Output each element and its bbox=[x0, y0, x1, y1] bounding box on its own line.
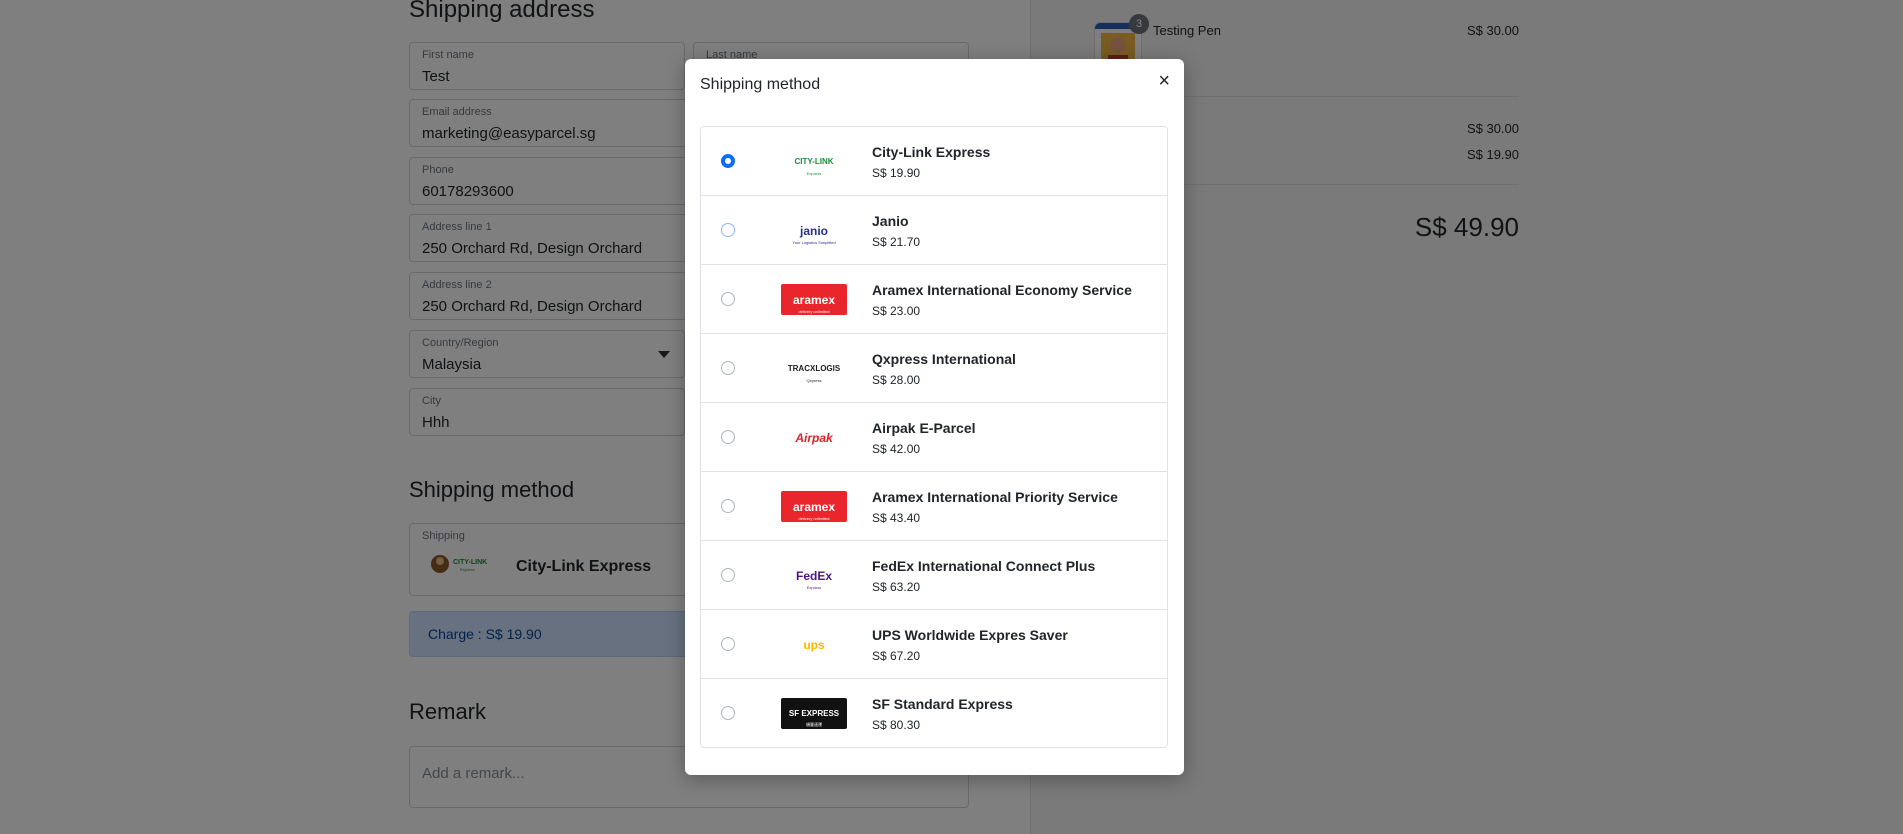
shipping-option[interactable]: janio Your Logistics Simplified Janio S$ 21… bbox=[701, 196, 1167, 265]
courier-logo: FedEx Express bbox=[781, 560, 847, 591]
shipping-option-radio[interactable] bbox=[721, 568, 735, 582]
courier-logo-text: FedEx bbox=[795, 568, 832, 583]
courier-logo-subtext: Qxpress bbox=[806, 378, 822, 383]
courier-logo-text: SF EXPRESS bbox=[788, 709, 840, 718]
shipping-option-price: S$ 28.00 bbox=[872, 373, 921, 387]
shipping-option[interactable]: Airpak Airpak E-Parcel S$ 42.00 bbox=[701, 403, 1167, 472]
shipping-option-name: Janio bbox=[872, 213, 909, 229]
shipping-option-radio[interactable] bbox=[721, 430, 735, 444]
courier-logo-text: TRACXLOGIS bbox=[787, 364, 841, 373]
shipping-option[interactable]: FedEx Express FedEx International Connect … bbox=[701, 541, 1167, 610]
shipping-option-radio[interactable] bbox=[721, 223, 735, 237]
shipping-option-name: FedEx International Connect Plus bbox=[872, 558, 1096, 574]
courier-logo: ups bbox=[781, 629, 847, 660]
courier-logo-text: ups bbox=[803, 637, 825, 652]
shipping-option-price: S$ 63.20 bbox=[872, 580, 921, 594]
shipping-option-price: S$ 23.00 bbox=[872, 304, 921, 318]
shipping-option-radio[interactable] bbox=[721, 361, 735, 375]
shipping-option[interactable]: TRACXLOGIS Qxpress Qxpress International S$… bbox=[701, 334, 1167, 403]
shipping-option-price: S$ 67.20 bbox=[872, 649, 921, 663]
shipping-option-price: S$ 80.30 bbox=[872, 718, 921, 732]
shipping-option[interactable]: CITY-LINK Express City-Link Express S$ 19.9… bbox=[701, 127, 1167, 196]
courier-logo: janio Your Logistics Simplified bbox=[781, 215, 847, 246]
modal-title: Shipping method bbox=[700, 76, 821, 93]
shipping-option-radio[interactable] bbox=[721, 499, 735, 513]
shipping-option-price: S$ 19.90 bbox=[872, 166, 921, 180]
courier-logo-text: aramex bbox=[792, 292, 836, 307]
shipping-option-name: UPS Worldwide Expres Saver bbox=[872, 627, 1068, 643]
shipping-option-price: S$ 21.70 bbox=[872, 235, 921, 249]
shipping-option-name: Airpak E-Parcel bbox=[872, 420, 976, 436]
shipping-option-name: City-Link Express bbox=[872, 144, 991, 160]
courier-logo: TRACXLOGIS Qxpress bbox=[781, 353, 847, 384]
shipping-option-price: S$ 43.40 bbox=[872, 511, 921, 525]
courier-logo-subtext: Express bbox=[806, 585, 822, 590]
courier-logo-subtext: delivery unlimited bbox=[798, 309, 830, 314]
courier-logo-text: janio bbox=[799, 223, 828, 238]
shipping-option-price: S$ 42.00 bbox=[872, 442, 921, 456]
courier-logo-text: CITY-LINK bbox=[794, 157, 834, 166]
courier-logo-text: Airpak bbox=[795, 430, 833, 445]
courier-logo-text: aramex bbox=[792, 499, 836, 514]
shipping-option[interactable]: SF EXPRESS 順豐速運 SF Standard Express S$ 80.3… bbox=[701, 679, 1167, 747]
shipping-option-radio[interactable] bbox=[721, 292, 735, 306]
courier-logo: SF EXPRESS 順豐速運 bbox=[781, 698, 847, 729]
shipping-option-name: Aramex International Priority Service bbox=[872, 489, 1118, 505]
shipping-option-name: Aramex International Economy Service bbox=[872, 282, 1132, 298]
shipping-option-name: SF Standard Express bbox=[872, 696, 1013, 712]
shipping-option[interactable]: aramex delivery unlimited Aramex Internati… bbox=[701, 472, 1167, 541]
courier-logo-subtext: Your Logistics Simplified bbox=[792, 240, 836, 245]
courier-logo-subtext: 順豐速運 bbox=[806, 722, 822, 727]
courier-logo-subtext: Express bbox=[806, 171, 822, 176]
shipping-method-modal: Shipping method × CITY-LINK Express City-L… bbox=[685, 59, 1184, 775]
close-icon[interactable]: × bbox=[1158, 71, 1170, 91]
courier-logo: CITY-LINK Express bbox=[781, 146, 847, 177]
shipping-option-name: Qxpress International bbox=[872, 351, 1016, 367]
shipping-option-radio[interactable] bbox=[721, 637, 735, 651]
shipping-options-list: CITY-LINK Express City-Link Express S$ 19.9… bbox=[700, 126, 1168, 748]
courier-logo: aramex delivery unlimited bbox=[781, 491, 847, 522]
shipping-option-radio[interactable] bbox=[721, 154, 735, 168]
shipping-option-radio[interactable] bbox=[721, 706, 735, 720]
courier-logo: aramex delivery unlimited bbox=[781, 284, 847, 315]
courier-logo: Airpak bbox=[781, 422, 847, 453]
shipping-option[interactable]: aramex delivery unlimited Aramex Internati… bbox=[701, 265, 1167, 334]
shipping-option[interactable]: ups UPS Worldwide Expres Saver S$ 67.20 bbox=[701, 610, 1167, 679]
courier-logo-subtext: delivery unlimited bbox=[798, 516, 830, 521]
